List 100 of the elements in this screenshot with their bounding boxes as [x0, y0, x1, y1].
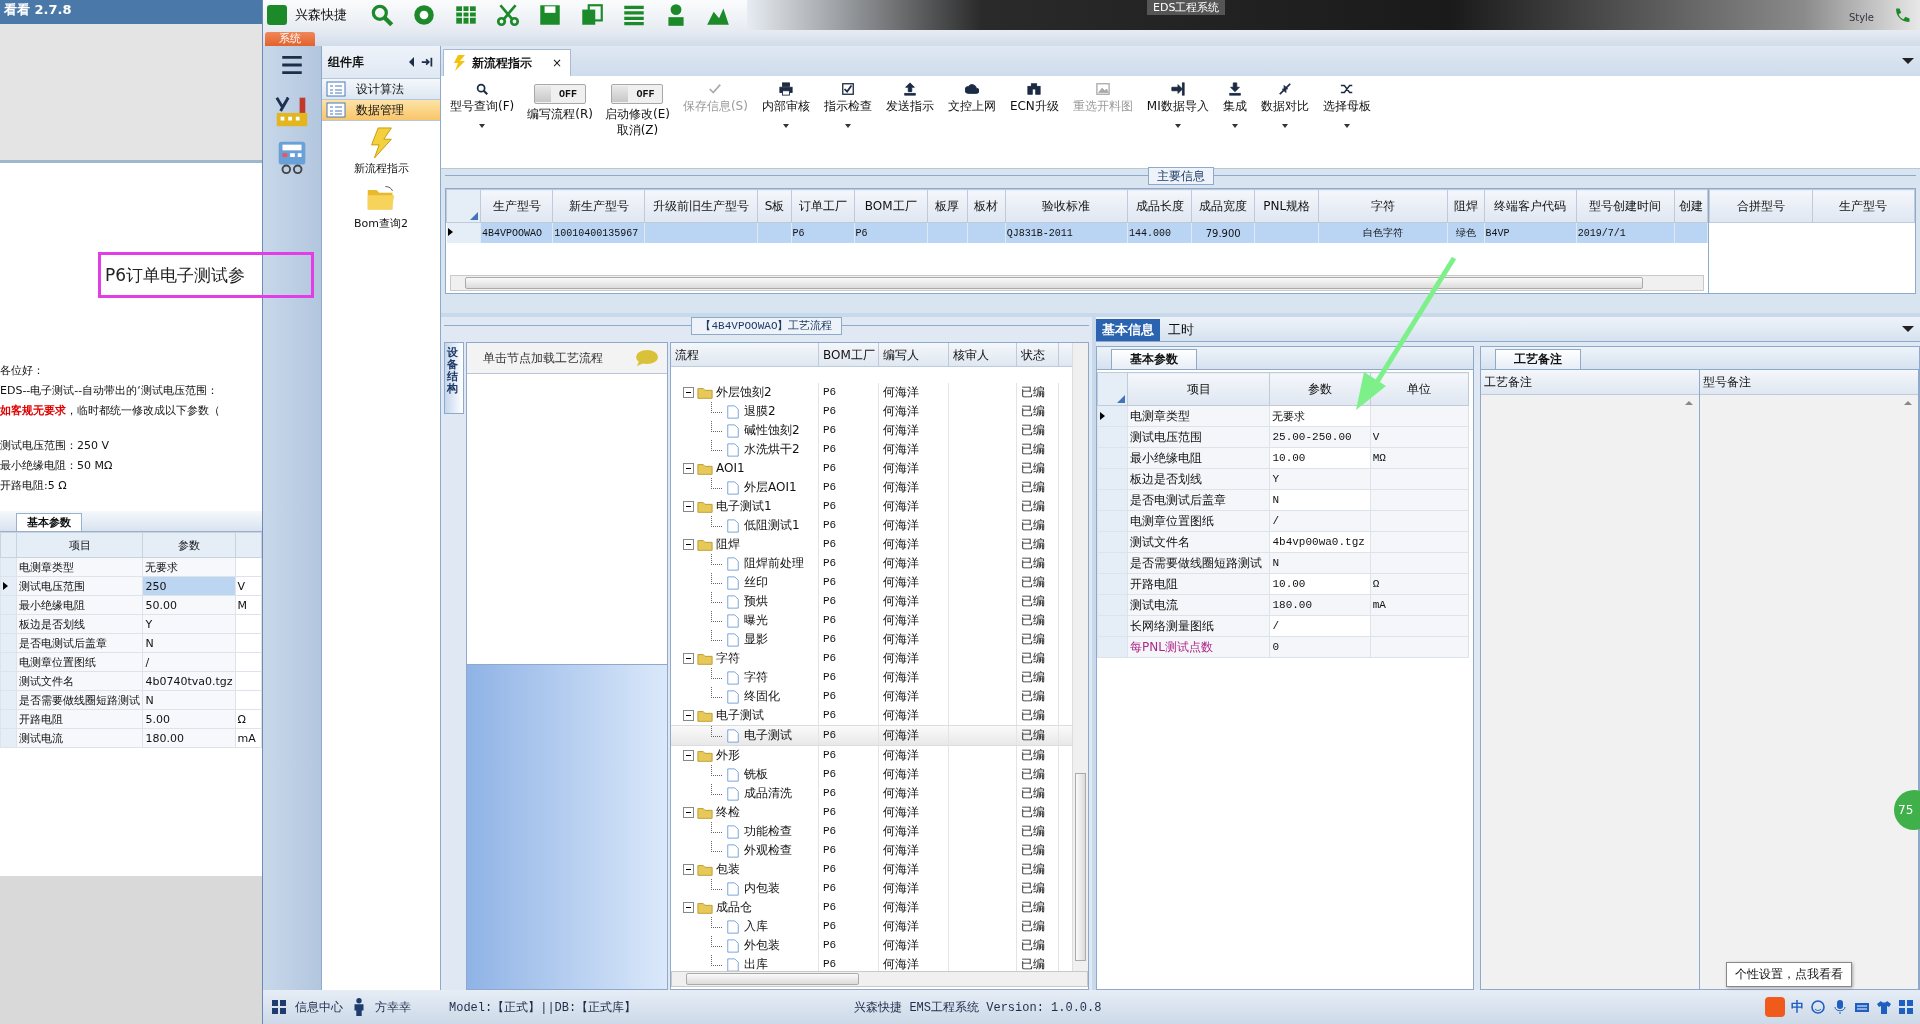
collapse-icon[interactable] — [683, 710, 694, 721]
column-header[interactable]: 升级前旧生产型号 — [644, 189, 758, 223]
column-header[interactable]: BOM工厂 — [819, 343, 879, 366]
grid-icon[interactable] — [271, 998, 287, 1016]
horizontal-scrollbar[interactable] — [671, 971, 1088, 987]
tree-row[interactable]: 阻焊 P6 何海洋 已编 — [671, 535, 1072, 554]
column-header[interactable]: 成品宽度 — [1191, 189, 1255, 223]
toolbar-button[interactable]: 指示检查 — [822, 82, 873, 128]
tree-row[interactable]: 阻焊前处理 P6 何海洋 已编 — [671, 554, 1072, 573]
tree-row[interactable]: 外层AOI1 P6 何海洋 已编 — [671, 478, 1072, 497]
tree-row[interactable]: 内包装 P6 何海洋 已编 — [671, 879, 1072, 898]
collapse-icon[interactable] — [683, 653, 694, 664]
tree-row[interactable]: 外层蚀刻2 P6 何海洋 已编 — [671, 383, 1072, 402]
notes-field[interactable] — [1700, 395, 1918, 989]
panel-tab[interactable]: 基本参数 — [1111, 349, 1197, 369]
smiley-icon[interactable] — [1810, 999, 1826, 1015]
collapse-icon[interactable] — [683, 864, 694, 875]
column-header[interactable]: 验收标准 — [1005, 189, 1128, 223]
collapse-icon[interactable] — [683, 902, 694, 913]
library-group[interactable]: 设计算法 — [322, 79, 440, 100]
toggle-switch[interactable]: OFF — [611, 84, 664, 104]
vertical-scrollbar[interactable] — [1072, 343, 1088, 971]
column-header[interactable]: 流程 — [671, 343, 819, 366]
dropdown-icon[interactable] — [1902, 326, 1914, 332]
column-header[interactable]: 状态 — [1017, 343, 1059, 366]
tree-row[interactable]: 曝光 P6 何海洋 已编 — [671, 611, 1072, 630]
tree-row[interactable]: 水洗烘干2 P6 何海洋 已编 — [671, 440, 1072, 459]
tree-row[interactable]: 终检 P6 何海洋 已编 — [671, 803, 1072, 822]
grid-tab[interactable]: 基本参数 — [16, 513, 82, 531]
collapse-icon[interactable] — [683, 750, 694, 761]
column-header[interactable]: 单位 — [1370, 372, 1469, 406]
column-header[interactable]: 创建 — [1674, 189, 1708, 223]
grid-icon[interactable] — [1898, 999, 1914, 1015]
search-icon[interactable] — [369, 2, 395, 28]
tree-row[interactable]: 预烘 P6 何海洋 已编 — [671, 592, 1072, 611]
tree-row[interactable]: 终固化 P6 何海洋 已编 — [671, 687, 1072, 706]
tree-row[interactable]: 铣板 P6 何海洋 已编 — [671, 765, 1072, 784]
column-header[interactable]: 生产型号 — [480, 189, 553, 223]
tool-label[interactable]: Bom查询2 — [354, 216, 408, 231]
shirt-icon[interactable] — [1876, 999, 1892, 1015]
column-header[interactable]: 字符 — [1318, 189, 1447, 223]
collapse-icon[interactable] — [409, 57, 414, 67]
save-icon[interactable] — [537, 2, 563, 28]
toolbar-button[interactable]: 集成 — [1221, 82, 1248, 128]
close-icon[interactable]: × — [552, 56, 563, 70]
toolbar-button[interactable]: 发送指示 — [884, 82, 935, 114]
tree-row[interactable]: 入库 P6 何海洋 已编 — [671, 917, 1072, 936]
column-header[interactable]: 编写人 — [879, 343, 949, 366]
tree-row[interactable]: 退膜2 P6 何海洋 已编 — [671, 402, 1072, 421]
tree-row[interactable]: 功能检查 P6 何海洋 已编 — [671, 822, 1072, 841]
column-header[interactable]: 阻焊 — [1447, 189, 1485, 223]
notes-field[interactable] — [1481, 395, 1699, 989]
tree-row[interactable]: 显影 P6 何海洋 已编 — [671, 630, 1072, 649]
horizontal-scrollbar[interactable] — [450, 275, 1704, 291]
tree-row[interactable]: 电子测试1 P6 何海洋 已编 — [671, 497, 1072, 516]
tree-row[interactable]: 外观检查 P6 何海洋 已编 — [671, 841, 1072, 860]
collapse-icon[interactable] — [683, 807, 694, 818]
input-mode-indicator[interactable]: 中 — [1791, 998, 1804, 1016]
scissors-icon[interactable] — [495, 2, 521, 28]
panel-tab[interactable]: 工时 — [1162, 319, 1200, 341]
collapse-icon[interactable] — [683, 539, 694, 550]
tree-row[interactable]: 成品清洗 P6 何海洋 已编 — [671, 784, 1072, 803]
status-item[interactable]: 信息中心 — [295, 998, 343, 1016]
column-header[interactable]: 板厚 — [927, 189, 968, 223]
panel-tab[interactable]: 基本信息 — [1096, 319, 1160, 341]
tree-row[interactable]: 包装 P6 何海洋 已编 — [671, 860, 1072, 879]
column-header[interactable]: BOM工厂 — [854, 189, 928, 223]
microphone-icon[interactable] — [1832, 999, 1848, 1015]
dock-icon[interactable] — [420, 55, 434, 69]
toolbar-button[interactable]: 型号查询(F) — [449, 82, 516, 128]
copy-icon[interactable] — [579, 2, 605, 28]
tree-row[interactable]: 碱性蚀刻2 P6 何海洋 已编 — [671, 421, 1072, 440]
column-header[interactable]: 板材 — [967, 189, 1006, 223]
tree-row[interactable]: 字符 P6 何海洋 已编 — [671, 668, 1072, 687]
column-header[interactable]: 新生产型号 — [552, 189, 645, 223]
toolbar-button[interactable]: 文控上网 — [946, 82, 997, 114]
tree-row[interactable]: 字符 P6 何海洋 已编 — [671, 649, 1072, 668]
side-tab[interactable]: 设备结构 — [444, 342, 464, 414]
tool-label[interactable]: 新流程指示 — [353, 161, 409, 176]
collapse-icon[interactable] — [683, 501, 694, 512]
tree-row[interactable]: 外包装 P6 何海洋 已编 — [671, 936, 1072, 955]
column-header[interactable]: 订单工厂 — [791, 189, 855, 223]
column-header[interactable]: 成品长度 — [1127, 189, 1192, 223]
style-menu[interactable]: Style — [1848, 12, 1874, 23]
column-header[interactable]: 型号创建时间 — [1576, 189, 1675, 223]
tree-row[interactable]: 成品仓 P6 何海洋 已编 — [671, 898, 1072, 917]
column-header[interactable]: 生产型号 — [1812, 189, 1915, 223]
column-header[interactable]: 核审人 — [949, 343, 1017, 366]
toolbar-button[interactable]: 内部审核 — [760, 82, 811, 128]
column-header[interactable]: S板 — [757, 189, 791, 223]
tree-row[interactable]: 外形 P6 何海洋 已编 — [671, 746, 1072, 765]
tree-row[interactable]: 丝印 P6 何海洋 已编 — [671, 573, 1072, 592]
toolbar-button[interactable]: 选择母板 — [1321, 82, 1372, 128]
tree-row[interactable]: 低阻测试1 P6 何海洋 已编 — [671, 516, 1072, 535]
column-header[interactable]: 合拼型号 — [1709, 189, 1812, 223]
collapse-icon[interactable] — [683, 463, 694, 474]
table-row[interactable]: 4B4VPOOWAO 10010400135967 P6 P6 QJ831B-2011 144.000 79.900 白色字符 绿色 B4VP 2019/7/1 — [446, 222, 1708, 243]
tree-row[interactable]: 电子测试 P6 何海洋 已编 — [671, 725, 1072, 746]
collapse-icon[interactable] — [683, 387, 694, 398]
tree-row[interactable]: AOI1 P6 何海洋 已编 — [671, 459, 1072, 478]
